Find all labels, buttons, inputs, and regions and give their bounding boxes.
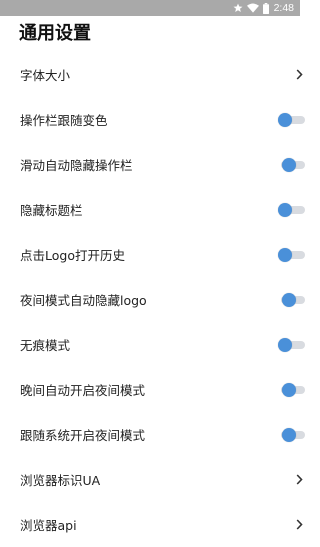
wifi-icon bbox=[246, 3, 259, 13]
setting-label: 字体大小 bbox=[20, 68, 71, 83]
setting-row-hide-title-bar[interactable]: 隐藏标题栏 bbox=[0, 187, 320, 232]
setting-label: 跟随系统开启夜间模式 bbox=[20, 428, 146, 443]
status-time: 2:48 bbox=[273, 2, 294, 14]
setting-row-toolbar-follow-color[interactable]: 操作栏跟随变色 bbox=[0, 97, 320, 142]
setting-row-font-size[interactable]: 字体大小 bbox=[0, 52, 320, 97]
setting-label: 浏览器标识UA bbox=[20, 473, 101, 488]
setting-row-browser-api[interactable]: 浏览器api bbox=[0, 502, 320, 547]
setting-row-evening-night-mode[interactable]: 晚间自动开启夜间模式 bbox=[0, 367, 320, 412]
toggle-switch[interactable] bbox=[278, 202, 306, 217]
settings-list: 字体大小 操作栏跟随变色 滑动自动隐藏操作栏 隐藏标题栏 点击Logo打开历史 … bbox=[0, 52, 320, 547]
setting-row-incognito[interactable]: 无痕模式 bbox=[0, 322, 320, 367]
setting-row-logo-open-history[interactable]: 点击Logo打开历史 bbox=[0, 232, 320, 277]
chevron-right-icon bbox=[294, 69, 304, 81]
toggle-switch[interactable] bbox=[278, 247, 306, 262]
toggle-switch[interactable] bbox=[278, 292, 306, 307]
toggle-switch[interactable] bbox=[278, 112, 306, 127]
status-bar: 2:48 bbox=[0, 0, 300, 16]
page-title: 通用设置 bbox=[19, 23, 91, 44]
setting-label: 点击Logo打开历史 bbox=[20, 248, 125, 263]
setting-label: 无痕模式 bbox=[20, 338, 71, 353]
toggle-switch[interactable] bbox=[278, 157, 306, 172]
setting-row-system-night-mode[interactable]: 跟随系统开启夜间模式 bbox=[0, 412, 320, 457]
setting-row-auto-hide-toolbar[interactable]: 滑动自动隐藏操作栏 bbox=[0, 142, 320, 187]
setting-row-user-agent[interactable]: 浏览器标识UA bbox=[0, 457, 320, 502]
toggle-switch[interactable] bbox=[278, 427, 306, 442]
battery-icon bbox=[262, 2, 269, 14]
setting-label: 晚间自动开启夜间模式 bbox=[20, 383, 146, 398]
setting-label: 浏览器api bbox=[20, 518, 77, 533]
setting-label: 操作栏跟随变色 bbox=[20, 113, 108, 128]
setting-label: 夜间模式自动隐藏logo bbox=[20, 293, 147, 308]
setting-row-night-hide-logo[interactable]: 夜间模式自动隐藏logo bbox=[0, 277, 320, 322]
setting-label: 滑动自动隐藏操作栏 bbox=[20, 158, 133, 173]
toggle-switch[interactable] bbox=[278, 337, 306, 352]
chevron-right-icon bbox=[294, 519, 304, 531]
toggle-switch[interactable] bbox=[278, 382, 306, 397]
chevron-right-icon bbox=[294, 474, 304, 486]
setting-label: 隐藏标题栏 bbox=[20, 203, 83, 218]
star-icon bbox=[233, 3, 243, 13]
